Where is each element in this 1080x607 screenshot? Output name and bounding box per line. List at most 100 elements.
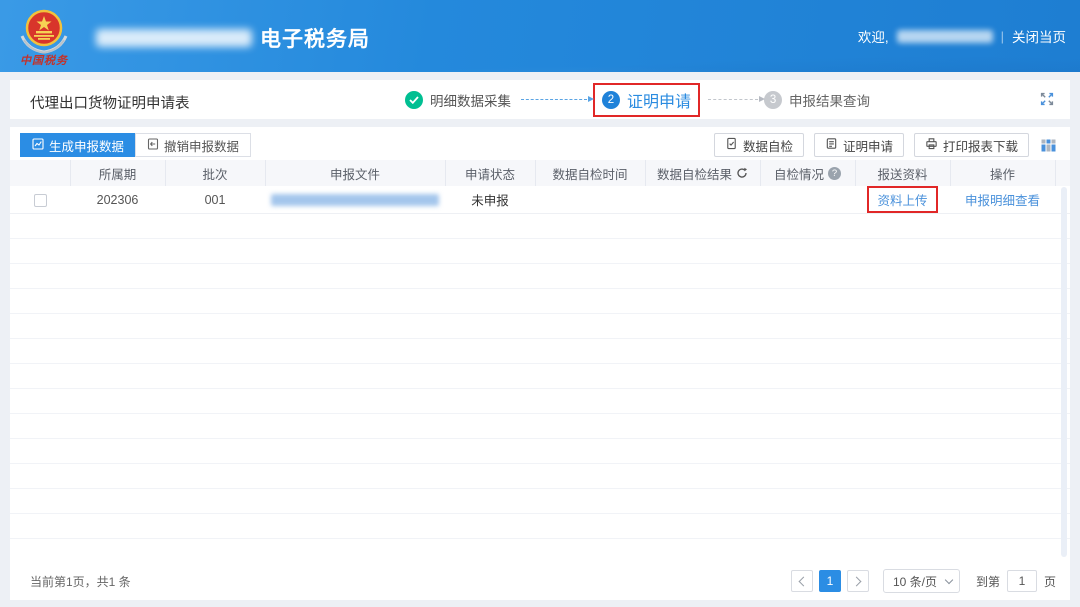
tab-bar: 生成申报数据 撤销申报数据 [20,133,252,157]
table-row: 202306 001 未申报 资料上传 申报明细查看 [10,186,1070,214]
app-title: 电子税务局 [260,28,370,51]
current-page-button[interactable]: 1 [818,570,841,592]
header-operation: 操作 [950,160,1056,186]
header-submitted-materials: 报送资料 [855,160,951,186]
cell-self-check-result [645,186,760,214]
columns-grid-icon[interactable] [1041,139,1056,152]
cell-declaration-file[interactable] [265,186,445,214]
cell-period: 202306 [70,186,165,214]
table-empty-row [10,513,1070,539]
header-declaration-file: 申报文件 [265,160,446,186]
data-self-check-button[interactable]: 数据自检 [713,133,804,157]
header-application-status: 申请状态 [445,160,536,186]
chevron-left-icon [798,576,809,586]
table-empty-row [10,363,1070,389]
certificate-apply-button[interactable]: 证明申请 [813,133,904,157]
header-batch: 批次 [165,160,266,186]
title-bar: 代理出口货物证明申请表 明细数据采集 2 证明申请 3 申报结果查询 [10,80,1070,119]
table-empty-row [10,438,1070,464]
header-filler [1055,160,1070,186]
table-empty-row [10,313,1070,339]
refresh-icon[interactable] [736,167,748,179]
cell-operation: 申报明细查看 [950,186,1055,214]
step-number-badge: 2 [602,90,620,109]
toolbar-buttons: 数据自检 证明申请 打印报表下载 [704,133,1056,157]
next-page-button[interactable] [846,570,869,592]
scrollbar-track[interactable] [1061,187,1067,557]
printer-icon [925,137,938,153]
cell-batch: 001 [165,186,265,214]
print-report-download-button[interactable]: 打印报表下载 [913,133,1029,157]
button-label: 证明申请 [842,139,893,154]
welcome-label: 欢迎, [857,30,889,45]
cell-submitted-materials: 资料上传 [855,186,950,214]
table-empty-row [10,263,1070,289]
toolbar: 生成申报数据 撤销申报数据 数据自检 证明申请 打印报表下载 [10,127,1070,160]
help-icon[interactable] [828,166,841,180]
logo-text: 中国税务 [20,54,69,66]
header-period: 所属期 [70,160,166,186]
pagination: 1 10 条/页 到第 页 [790,569,1056,593]
goto-page-suffix: 页 [1043,574,1056,589]
page-title: 代理出口货物证明申请表 [30,96,190,112]
page-size-select[interactable]: 10 条/页 [882,569,960,593]
cell-self-check-time [535,186,645,214]
doc-lines-icon [825,137,838,153]
material-upload-link[interactable]: 资料上传 [877,194,927,208]
pagination-summary: 当前第1页，共1 条 [30,574,131,589]
step-connector [521,96,594,102]
step-detail-collection: 明细数据采集 [405,90,511,110]
tab-generate-declaration-data[interactable]: 生成申报数据 [20,133,137,157]
cell-application-status: 未申报 [445,186,535,214]
app-header: 中国税务 电子税务局 欢迎, | 关闭当页 [0,0,1080,72]
cell-self-check-info [760,186,855,214]
table-header-row: 所属期 批次 申报文件 申请状态 数据自检时间 数据自检结果 自检情况 ? 报送… [10,160,1070,186]
step-label: 明细数据采集 [430,93,511,109]
header-self-check-info: 自检情况 [760,160,856,186]
header-checkbox-col [10,160,71,186]
step-label: 证明申请 [627,93,692,111]
header-self-check-time: 数据自检时间 [535,160,646,186]
org-name-blurred [96,29,252,47]
table-empty-row [10,538,1070,564]
table-empty-row [10,213,1070,239]
chevron-right-icon [851,576,862,586]
table-empty-row [10,488,1070,514]
fullscreen-icon[interactable] [1039,91,1055,107]
table-empty-row [10,388,1070,414]
chevron-down-icon [944,575,954,585]
step-number-badge: 3 [764,90,783,109]
table-empty-row [10,463,1070,489]
red-annotation-box-upload: 资料上传 [867,186,938,213]
button-label: 打印报表下载 [942,139,1018,154]
page: 中国税务 电子税务局 欢迎, | 关闭当页 代理出口货物证明申请表 明细数据采集… [0,0,1080,607]
revoke-doc-icon [147,137,159,153]
step-indicator: 明细数据采集 2 证明申请 3 申报结果查询 [405,80,870,119]
chart-doc-icon [32,137,44,153]
tab-label: 撤销申报数据 [164,139,240,154]
table-empty-row [10,238,1070,264]
declaration-detail-link[interactable]: 申报明细查看 [965,194,1040,208]
prev-page-button[interactable] [790,570,813,592]
table-empty-row [10,413,1070,439]
row-checkbox[interactable] [33,193,47,207]
tax-emblem-logo: 中国税务 [16,6,72,71]
doc-check-icon [725,137,738,153]
table-empty-row [10,288,1070,314]
main-panel: 生成申报数据 撤销申报数据 数据自检 证明申请 打印报表下载 所属期 批次 申报… [10,127,1070,600]
table-empty-row [10,338,1070,364]
user-name-blurred [896,29,993,43]
close-page-link[interactable]: 关闭当页 [1012,26,1066,46]
file-link-blurred[interactable] [271,194,439,207]
header-label: 数据自检结果 [656,167,732,182]
tab-label: 生成申报数据 [49,139,125,154]
step-result-query: 3 申报结果查询 [764,90,870,110]
goto-page-input[interactable] [1006,570,1037,592]
header-divider: | [1000,28,1004,44]
header-self-check-result: 数据自检结果 [645,160,761,186]
step-connector [708,96,766,102]
tab-revoke-declaration-data[interactable]: 撤销申报数据 [135,133,252,157]
page-size-value: 10 条/页 [892,574,937,589]
declaration-table: 所属期 批次 申报文件 申请状态 数据自检时间 数据自检结果 自检情况 ? 报送… [10,160,1070,564]
red-annotation-box-step2: 2 证明申请 [593,82,701,117]
